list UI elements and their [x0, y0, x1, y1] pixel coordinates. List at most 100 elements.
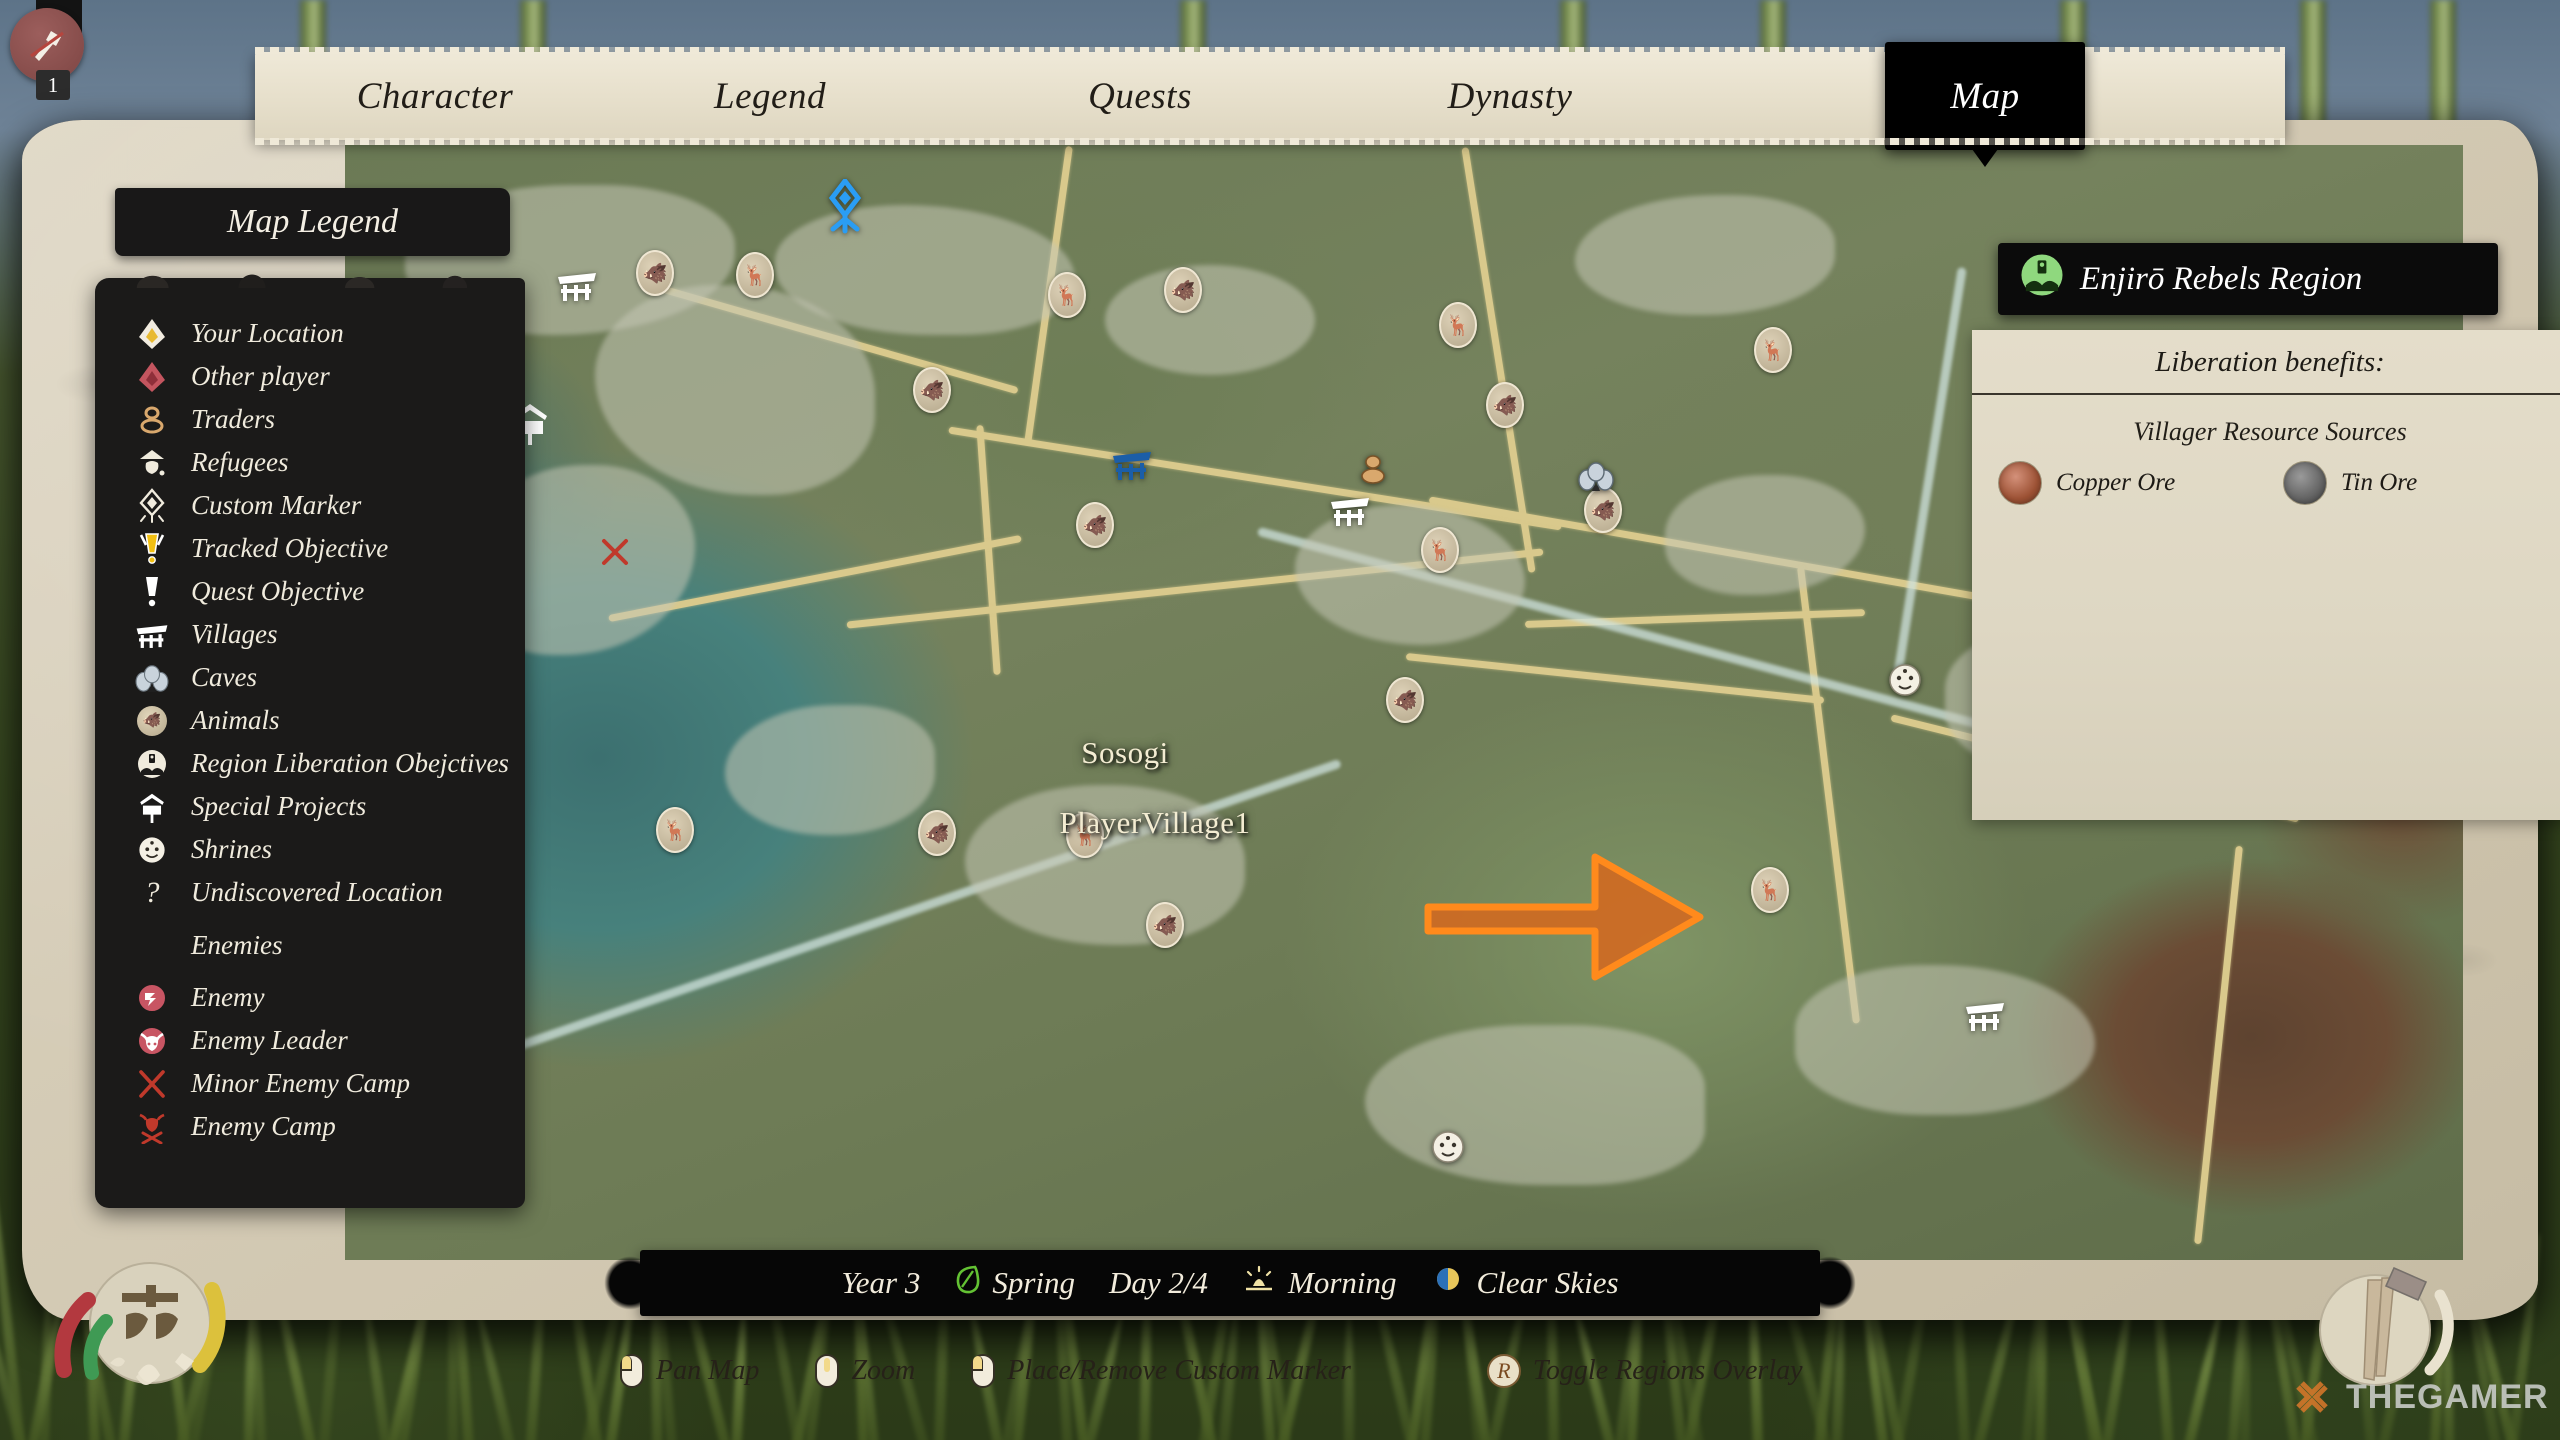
hint-toggle-regions[interactable]: R Toggle Regions Overlay: [1486, 1354, 1803, 1388]
legend-item-tracked-objective[interactable]: Tracked Objective: [95, 527, 525, 570]
resource-item-copper-ore[interactable]: Copper Ore: [1998, 461, 2257, 505]
question-mark-icon: ?: [144, 875, 160, 909]
legend-item-villages[interactable]: Villages: [95, 613, 525, 656]
legend-label: Undiscovered Location: [191, 877, 443, 907]
hint-custom-marker[interactable]: Place/Remove Custom Marker: [971, 1354, 1351, 1388]
map-marker-animal[interactable]: 🦌: [1439, 302, 1477, 348]
map-marker-minor-enemy-camp[interactable]: [600, 537, 630, 567]
map-marker-animal[interactable]: 🦌: [1754, 327, 1792, 373]
map-marker-animal[interactable]: 🦌: [1751, 867, 1789, 913]
legend-label: Other player: [191, 361, 330, 391]
custom-marker-icon: [129, 487, 175, 524]
resource-label: Tin Ore: [2341, 469, 2418, 496]
year-value: Year 3: [841, 1265, 921, 1300]
map-marker-village[interactable]: [1962, 994, 2008, 1036]
season-group: Spring: [954, 1264, 1075, 1302]
copper-ore-icon: [1998, 461, 2042, 505]
hint-label: Place/Remove Custom Marker: [1007, 1355, 1351, 1386]
tin-ore-icon: [2283, 461, 2327, 505]
map-marker-animal[interactable]: 🐗: [1076, 502, 1114, 548]
hint-zoom[interactable]: Zoom: [815, 1354, 915, 1388]
map-marker-animal[interactable]: 🐗: [918, 810, 956, 856]
legend-label: Caves: [191, 662, 257, 692]
legend-item-enemy-leader[interactable]: Enemy Leader: [95, 1019, 525, 1062]
legend-item-traders[interactable]: Traders: [95, 398, 525, 441]
day-value: Day 2/4: [1109, 1265, 1209, 1300]
legend-item-minor-enemy-camp[interactable]: Minor Enemy Camp: [95, 1062, 525, 1105]
map-marker-trader[interactable]: [1356, 453, 1390, 487]
legend-item-region-liberation[interactable]: Region Liberation Obejctives: [95, 742, 525, 785]
map-marker-shrine[interactable]: [1429, 1128, 1467, 1166]
mouse-wheel-icon: [815, 1354, 840, 1388]
hint-label: Toggle Regions Overlay: [1532, 1355, 1803, 1386]
legend-item-caves[interactable]: Caves: [95, 656, 525, 699]
legend-item-quest-objective[interactable]: Quest Objective: [95, 570, 525, 613]
tab-map[interactable]: Map: [1885, 42, 2085, 150]
map-marker-animal[interactable]: 🐗: [1584, 487, 1622, 533]
legend-item-refugees[interactable]: Refugees: [95, 441, 525, 484]
crossed-swords-icon: [129, 1066, 175, 1102]
tab-character[interactable]: Character: [285, 52, 585, 140]
map-marker-cave[interactable]: [1578, 460, 1614, 491]
legend-item-animals[interactable]: 🐗 Animals: [95, 699, 525, 742]
terrain-rock: [1105, 265, 1315, 375]
quest-objective-icon: [129, 574, 175, 610]
map-marker-village[interactable]: [1327, 489, 1373, 531]
map-marker-shrine[interactable]: [823, 176, 867, 235]
legend-item-special-projects[interactable]: Special Projects: [95, 785, 525, 828]
enemy-leader-icon: [129, 1023, 175, 1059]
map-marker-village[interactable]: [554, 264, 600, 306]
map-marker-animal[interactable]: 🦌: [1048, 272, 1086, 318]
control-hints-bar: Pan Map Zoom Place/Remove Custom Marker …: [620, 1348, 1960, 1394]
legend-item-enemy-camp[interactable]: Enemy Camp: [95, 1105, 525, 1148]
cave-icon: [129, 660, 175, 696]
legend-item-undiscovered-location[interactable]: ? Undiscovered Location: [95, 871, 525, 914]
hint-label: Pan Map: [656, 1355, 760, 1386]
tab-legend[interactable]: Legend: [625, 52, 915, 140]
enemy-icon: [129, 980, 175, 1016]
resource-item-tin-ore[interactable]: Tin Ore: [2283, 461, 2542, 505]
legend-label: Tracked Objective: [191, 533, 389, 563]
village-label: Sosogi: [1081, 735, 1169, 770]
thegamer-watermark: THEGAMER: [2290, 1375, 2549, 1419]
map-marker-animal[interactable]: 🐗: [636, 250, 674, 296]
map-marker-animal[interactable]: 🐗: [1486, 382, 1524, 428]
enemy-camp-icon: [129, 1109, 175, 1145]
time-group: Morning: [1242, 1264, 1397, 1302]
key-r-icon: R: [1486, 1354, 1521, 1388]
legend-item-your-location[interactable]: Your Location: [95, 312, 525, 355]
legend-label: Quest Objective: [191, 576, 365, 606]
hint-label: Zoom: [851, 1355, 916, 1386]
hint-pan-map[interactable]: Pan Map: [620, 1354, 759, 1388]
map-marker-animal[interactable]: 🦌: [736, 252, 774, 298]
legend-item-enemy[interactable]: Enemy: [95, 976, 525, 1019]
legend-label: Special Projects: [191, 791, 367, 821]
mouse-right-icon: [971, 1354, 996, 1388]
map-marker-animal[interactable]: 🦌: [656, 807, 694, 853]
other-player-arrow-icon: [129, 359, 175, 395]
legend-item-custom-marker[interactable]: Custom Marker: [95, 484, 525, 527]
map-marker-animal[interactable]: 🐗: [1164, 267, 1202, 313]
annotation-arrow-icon: [1420, 835, 1710, 995]
tab-dynasty[interactable]: Dynasty: [1365, 52, 1655, 140]
player-status-hud: [30, 1245, 270, 1430]
legend-label: Animals: [191, 705, 280, 735]
season-value: Spring: [992, 1265, 1076, 1300]
legend-label: Minor Enemy Camp: [191, 1068, 410, 1098]
date-status-bar: Year 3 Spring Day 2/4 Morning Clear Skie…: [604, 1250, 1856, 1316]
liberation-benefits-title: Liberation benefits:: [1972, 330, 2560, 395]
tab-quests[interactable]: Quests: [995, 52, 1285, 140]
map-marker-player-village[interactable]: [1109, 443, 1155, 485]
map-marker-animal[interactable]: 🐗: [1386, 677, 1424, 723]
legend-item-other-player[interactable]: Other player: [95, 355, 525, 398]
map-legend-panel: Your Location Other player Traders Refug…: [95, 262, 525, 1208]
legend-item-shrines[interactable]: Shrines: [95, 828, 525, 871]
legend-label: Shrines: [191, 834, 272, 864]
region-benefits-panel: Liberation benefits: Villager Resource S…: [1972, 330, 2560, 820]
map-marker-animal[interactable]: 🐗: [1146, 902, 1184, 948]
map-marker-shrine[interactable]: [1886, 661, 1924, 699]
legend-label: Refugees: [191, 447, 289, 477]
map-marker-animal[interactable]: 🐗: [913, 367, 951, 413]
map-legend-title: Map Legend: [115, 188, 510, 256]
map-marker-animal[interactable]: 🦌: [1421, 527, 1459, 573]
